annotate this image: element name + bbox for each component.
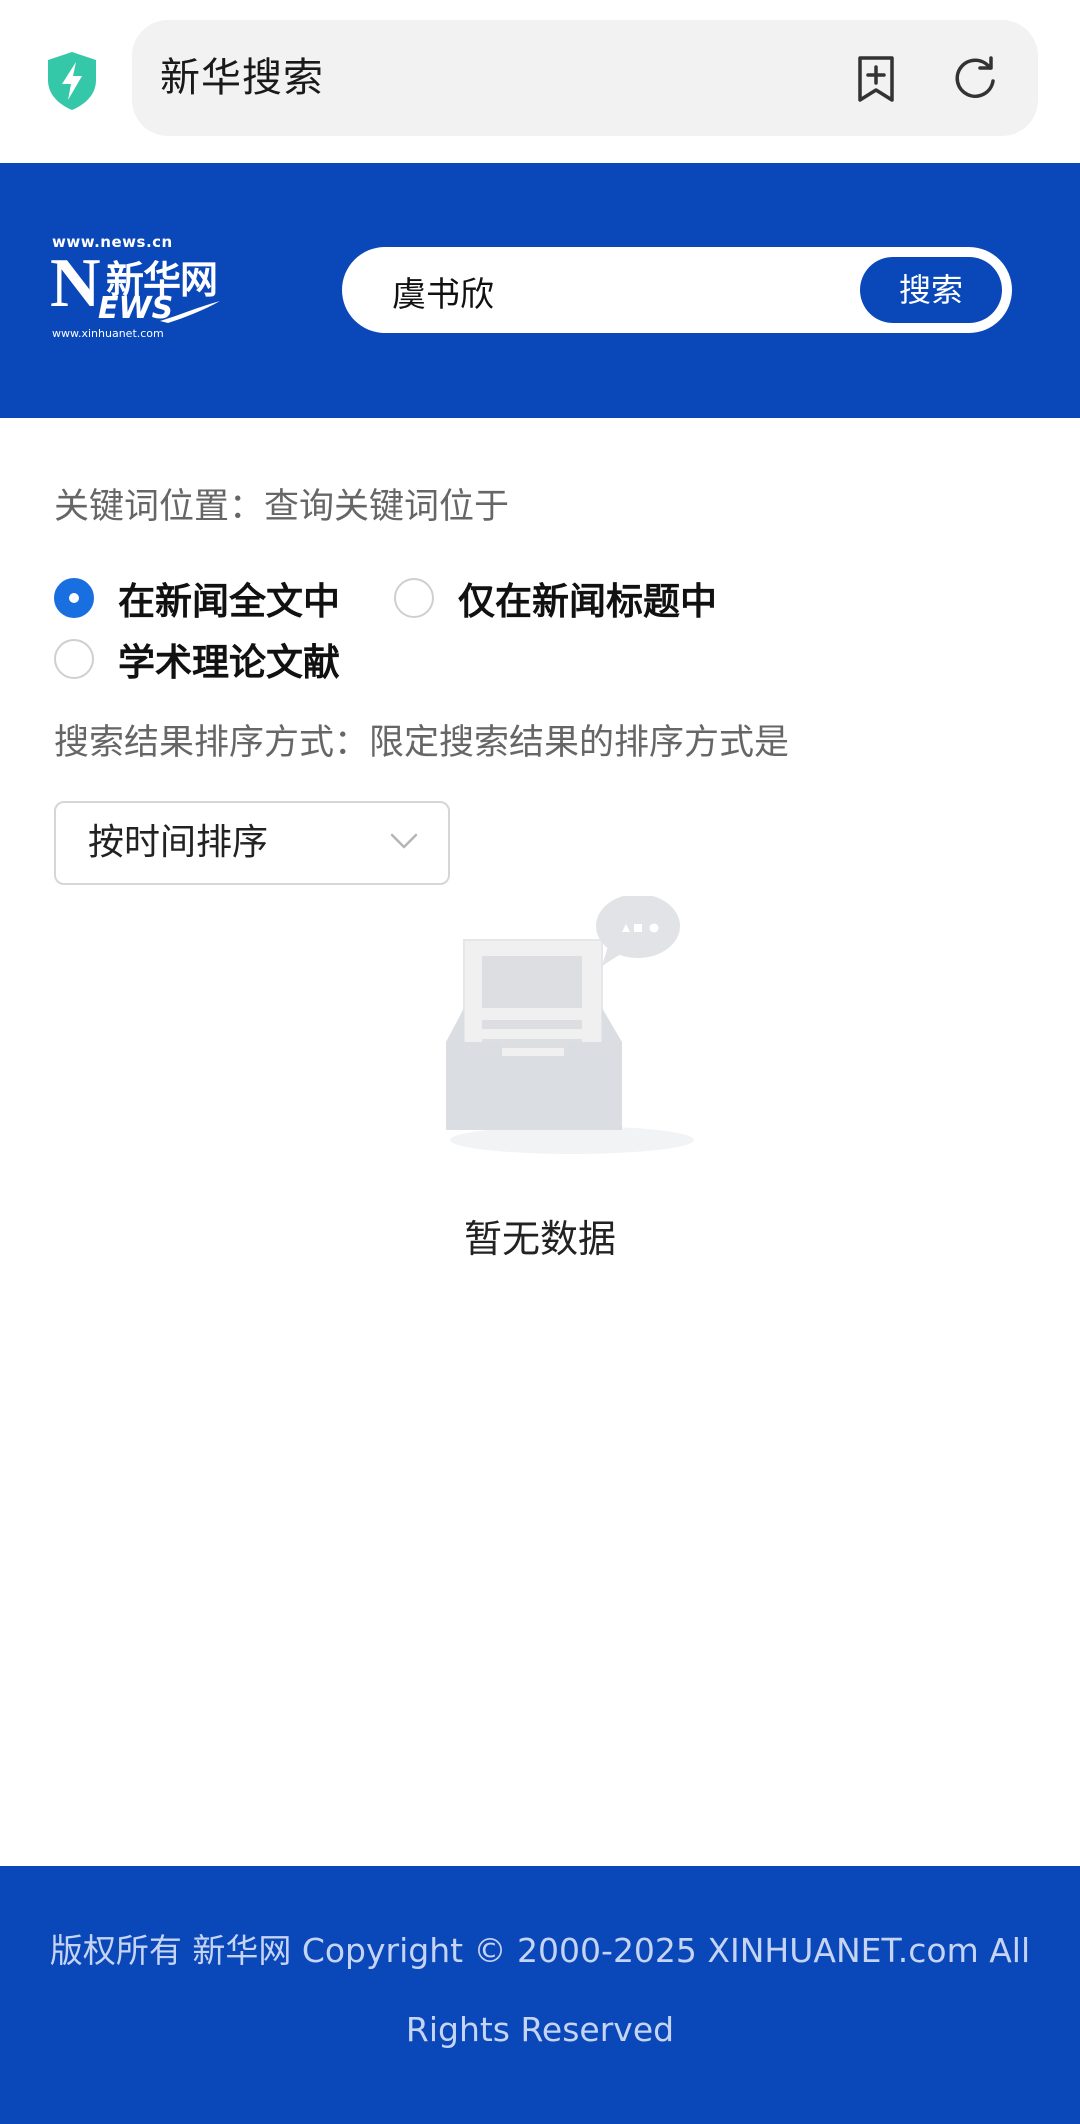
radio-button[interactable] (394, 578, 434, 618)
logo-letter: N (50, 245, 101, 322)
logo-swoosh-icon (160, 301, 220, 323)
search-button[interactable]: 搜索 (860, 257, 1002, 323)
empty-inbox-icon (446, 896, 694, 1154)
search-input[interactable] (390, 247, 844, 335)
sort-method-label: 搜索结果排序方式：限定搜索结果的排序方式是 (54, 723, 790, 763)
search-options-panel: 关键词位置：查询关键词位于 在新闻全文中 仅在新闻标题中 学术理论文献 搜索结果… (12, 418, 1068, 1866)
radio-label: 仅在新闻标题中 (458, 580, 717, 623)
chevron-down-icon (390, 833, 418, 849)
radio-fulltext[interactable]: 在新闻全文中 (54, 573, 340, 623)
site-header: www.news.cn N 新华网 EWS www.xinhuanet.com … (0, 163, 1080, 418)
radio-label: 学术理论文献 (118, 641, 340, 684)
radio-label: 在新闻全文中 (118, 580, 340, 623)
logo-domain-bottom: www.xinhuanet.com (52, 327, 164, 340)
keyword-position-label: 关键词位置：查询关键词位于 (54, 487, 510, 527)
sort-select[interactable]: 按时间排序 (54, 801, 450, 885)
address-bar[interactable]: 新华搜索 (132, 20, 1038, 136)
browser-toolbar: 新华搜索 (0, 0, 1080, 163)
copyright-line-1: 版权所有 新华网 Copyright © 2000-2025 XINHUANET… (49, 1931, 1031, 1970)
radio-academic[interactable]: 学术理论文献 (54, 634, 340, 684)
radio-title-only[interactable]: 仅在新闻标题中 (394, 573, 717, 623)
search-bar: 搜索 (342, 247, 1012, 335)
add-bookmark-icon[interactable] (852, 54, 900, 104)
copyright-line-2: Rights Reserved (405, 2010, 675, 2049)
page-title[interactable]: 新华搜索 (160, 20, 324, 136)
radio-button-checked[interactable] (54, 578, 94, 618)
reload-icon[interactable] (950, 54, 1000, 104)
security-shield-icon[interactable] (40, 48, 104, 112)
xinhua-logo[interactable]: www.news.cn N 新华网 EWS www.xinhuanet.com (50, 233, 222, 343)
sort-select-value: 按时间排序 (88, 822, 269, 863)
radio-button[interactable] (54, 639, 94, 679)
site-footer: 版权所有 新华网 Copyright © 2000-2025 XINHUANET… (0, 1866, 1080, 2124)
empty-state-text: 暂无数据 (463, 1217, 616, 1261)
